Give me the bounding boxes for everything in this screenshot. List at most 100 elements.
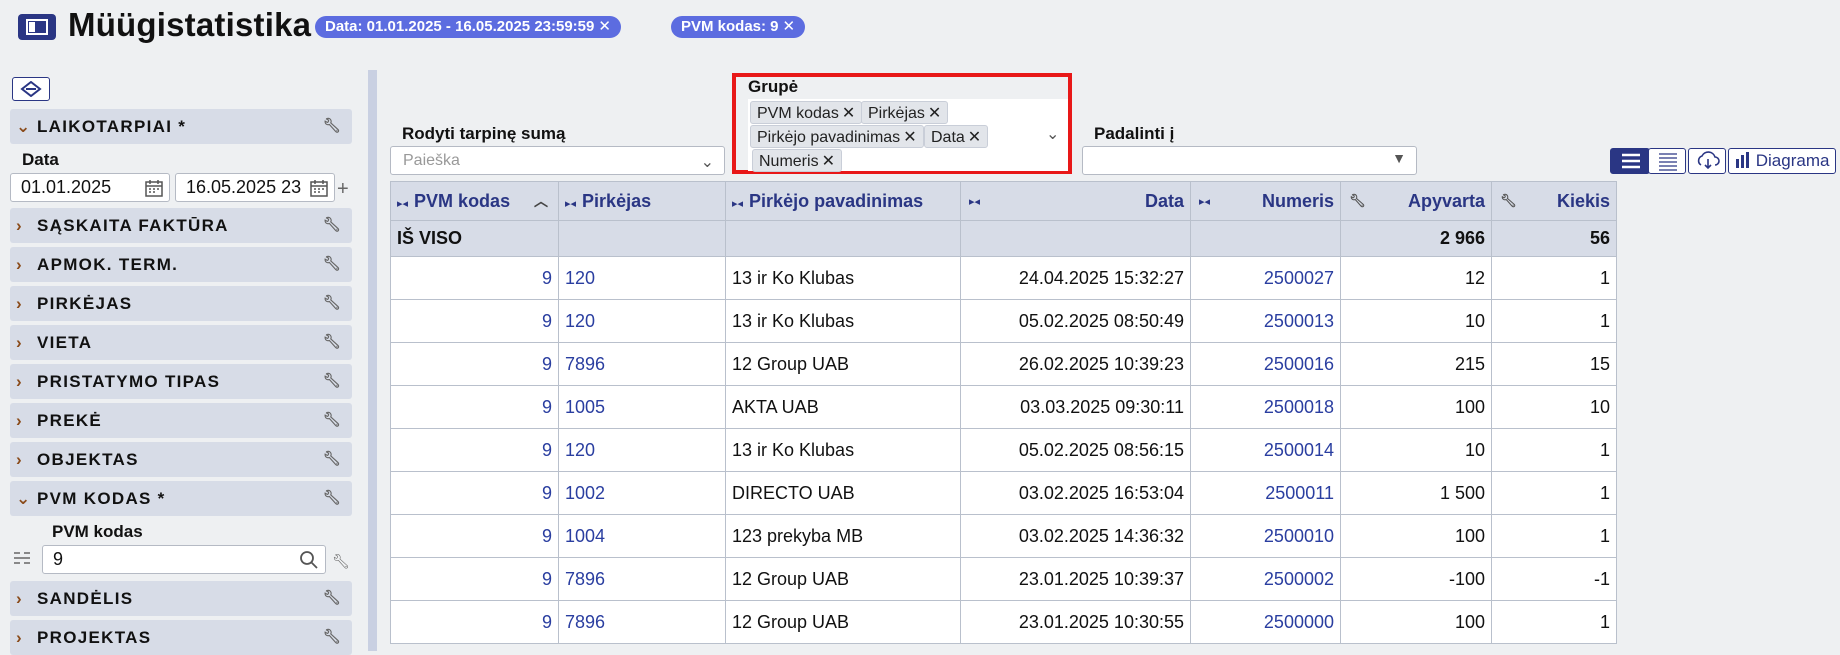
- sidebar-section-apmok[interactable]: › APMOK. TERM. 🔧︎: [10, 247, 352, 282]
- wrench-icon[interactable]: 🔧︎: [323, 255, 342, 272]
- cell-pirkejas[interactable]: 120: [558, 428, 726, 472]
- group-tag[interactable]: Numeris ✕: [752, 149, 842, 172]
- wrench-icon[interactable]: 🔧︎: [323, 411, 342, 428]
- sidebar-section-pristatymo[interactable]: › PRISTATYMO TIPAS 🔧︎: [10, 364, 352, 399]
- cell-numeris[interactable]: 2500010: [1190, 514, 1341, 558]
- cell-pirkejo-pavadinimas: 13 ir Ko Klubas: [725, 256, 961, 300]
- cell-numeris[interactable]: 2500016: [1190, 342, 1341, 386]
- close-icon[interactable]: ✕: [968, 129, 981, 146]
- view-detail-button[interactable]: [1648, 148, 1686, 174]
- filter-chip-pvm[interactable]: PVM kodas: 9 ✕: [671, 16, 806, 38]
- sidebar-resize-handle[interactable]: [368, 70, 377, 651]
- cell-pvm-kodas[interactable]: 9: [390, 600, 559, 644]
- filter-chip-date[interactable]: Data: 01.01.2025 - 16.05.2025 23:59:59 ✕: [315, 16, 621, 38]
- add-icon[interactable]: +: [337, 178, 349, 201]
- view-list-button[interactable]: [1610, 148, 1650, 174]
- date-to-input[interactable]: 16.05.2025 23: [175, 173, 335, 202]
- table-row: 9 120 13 ir Ko Klubas 05.02.2025 08:50:49 25…: [390, 299, 1617, 343]
- cell-pvm-kodas[interactable]: 9: [390, 256, 559, 300]
- wrench-icon[interactable]: 🔧︎: [323, 294, 342, 311]
- app-menu-icon[interactable]: [18, 14, 56, 40]
- pin-icon[interactable]: ▸◂: [1199, 195, 1210, 208]
- cell-numeris[interactable]: 2500014: [1190, 428, 1341, 472]
- close-icon[interactable]: ✕: [842, 105, 855, 122]
- group-tag[interactable]: Pirkėjo pavadinimas ✕: [750, 125, 924, 148]
- sidebar-section-projektas[interactable]: › PROJEKTAS 🔧︎: [10, 620, 352, 655]
- cell-pvm-kodas[interactable]: 9: [390, 299, 559, 343]
- wrench-icon[interactable]: 🔧︎: [332, 553, 350, 570]
- column-header-apyvarta[interactable]: 🔧︎ Apyvarta: [1340, 181, 1492, 221]
- column-label: Pirkėjas: [582, 190, 652, 211]
- close-icon[interactable]: ✕: [903, 129, 916, 146]
- sidebar-section-pvm-kodas[interactable]: ⌄ PVM KODAS * 🔧︎: [10, 481, 352, 516]
- cell-pirkejas[interactable]: 7896: [558, 600, 726, 644]
- cell-pvm-kodas[interactable]: 9: [390, 557, 559, 601]
- cell-pirkejas[interactable]: 120: [558, 256, 726, 300]
- cell-pirkejas[interactable]: 120: [558, 299, 726, 343]
- wrench-icon[interactable]: 🔧︎: [323, 216, 342, 233]
- cell-numeris[interactable]: 2500011: [1190, 471, 1341, 515]
- pin-icon[interactable]: ▸◂: [969, 195, 980, 208]
- column-header-pvm-kodas[interactable]: ▸◂ PVM kodas ︿: [390, 181, 559, 221]
- calendar-icon[interactable]: [145, 179, 163, 201]
- close-icon[interactable]: ✕: [822, 153, 835, 170]
- wrench-icon[interactable]: 🔧︎: [1500, 193, 1517, 209]
- cell-pirkejas[interactable]: 1004: [558, 514, 726, 558]
- cell-pvm-kodas[interactable]: 9: [390, 471, 559, 515]
- column-header-pirkejas[interactable]: ▸◂ Pirkėjas: [558, 181, 726, 221]
- wrench-icon[interactable]: 🔧︎: [323, 589, 342, 606]
- cell-pirkejas[interactable]: 1002: [558, 471, 726, 515]
- column-header-data[interactable]: ▸◂ Data: [960, 181, 1191, 221]
- cell-numeris[interactable]: 2500018: [1190, 385, 1341, 429]
- cell-numeris[interactable]: 2500002: [1190, 557, 1341, 601]
- cell-numeris[interactable]: 2500027: [1190, 256, 1341, 300]
- sort-up-icon[interactable]: ︿: [534, 191, 548, 211]
- wrench-icon[interactable]: 🔧︎: [323, 628, 342, 645]
- cell-pirkejas[interactable]: 7896: [558, 557, 726, 601]
- group-tag[interactable]: Pirkėjas ✕: [861, 101, 949, 124]
- wrench-icon[interactable]: 🔧︎: [323, 372, 342, 389]
- wrench-icon[interactable]: 🔧︎: [323, 489, 342, 506]
- chevron-down-icon[interactable]: ⌄: [1046, 124, 1059, 144]
- calendar-icon[interactable]: [310, 179, 328, 201]
- close-icon[interactable]: ✕: [783, 18, 796, 35]
- search-icon[interactable]: [299, 550, 319, 573]
- column-header-numeris[interactable]: ▸◂ Numeris: [1190, 181, 1341, 221]
- pin-icon[interactable]: ▸◂: [565, 198, 576, 210]
- cell-pvm-kodas[interactable]: 9: [390, 428, 559, 472]
- pvm-kodas-input[interactable]: 9: [42, 545, 326, 574]
- wrench-icon[interactable]: 🔧︎: [1349, 193, 1366, 209]
- wrench-icon[interactable]: 🔧︎: [323, 333, 342, 350]
- cell-pvm-kodas[interactable]: 9: [390, 514, 559, 558]
- close-icon[interactable]: ✕: [928, 105, 941, 122]
- sidebar-section-saskaita[interactable]: › SĄSKAITA FAKTŪRA 🔧︎: [10, 208, 352, 243]
- split-select[interactable]: ▼: [1082, 146, 1417, 175]
- sidebar-section-objektas[interactable]: › OBJEKTAS 🔧︎: [10, 442, 352, 477]
- sidebar-section-preke[interactable]: › PREKĖ 🔧︎: [10, 403, 352, 438]
- cell-pvm-kodas[interactable]: 9: [390, 342, 559, 386]
- cell-numeris[interactable]: 2500000: [1190, 600, 1341, 644]
- cell-pirkejas[interactable]: 1005: [558, 385, 726, 429]
- sidebar-section-pirkejas[interactable]: › PIRKĖJAS 🔧︎: [10, 286, 352, 321]
- collapse-toggle-button[interactable]: [12, 77, 50, 101]
- cloud-download-button[interactable]: [1688, 148, 1726, 174]
- cell-pvm-kodas[interactable]: 9: [390, 385, 559, 429]
- sidebar-section-laikotarpiai[interactable]: ⌄ LAIKOTARPIAI * 🔧︎: [10, 109, 352, 144]
- pin-icon[interactable]: ▸◂: [397, 198, 408, 210]
- column-header-pirkejo-pavadinimas[interactable]: ▸◂ Pirkėjo pavadinimas: [725, 181, 961, 221]
- wrench-icon[interactable]: 🔧︎: [323, 450, 342, 467]
- close-icon[interactable]: ✕: [598, 18, 611, 35]
- column-header-kiekis[interactable]: 🔧︎ Kiekis: [1491, 181, 1617, 221]
- filter-options-icon[interactable]: [12, 549, 32, 572]
- wrench-icon[interactable]: 🔧︎: [323, 117, 342, 134]
- subtotal-select[interactable]: Paieška ⌄: [390, 146, 725, 175]
- sidebar-section-sandelis[interactable]: › SANDĖLIS 🔧︎: [10, 581, 352, 616]
- group-tag[interactable]: PVM kodas ✕: [750, 101, 863, 124]
- date-from-input[interactable]: 01.01.2025: [10, 173, 170, 202]
- cell-pirkejas[interactable]: 7896: [558, 342, 726, 386]
- pin-icon[interactable]: ▸◂: [732, 198, 743, 210]
- sidebar-section-vieta[interactable]: › VIETA 🔧︎: [10, 325, 352, 360]
- cell-numeris[interactable]: 2500013: [1190, 299, 1341, 343]
- diagram-button[interactable]: Diagrama: [1728, 148, 1836, 174]
- group-tag[interactable]: Data ✕: [924, 125, 989, 148]
